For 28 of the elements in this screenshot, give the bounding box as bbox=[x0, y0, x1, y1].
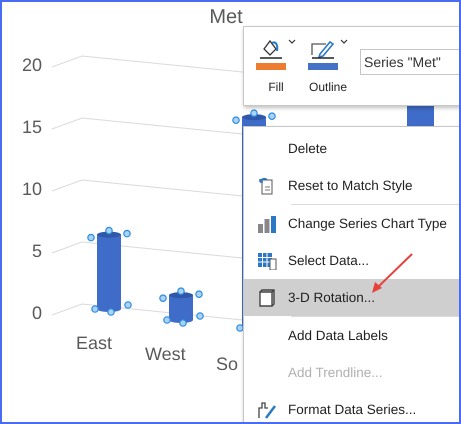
menu-item[interactable]: 3-D Rotation... bbox=[244, 279, 459, 316]
chart-title: Met bbox=[209, 6, 243, 28]
axis-label: 5 bbox=[32, 241, 42, 261]
format-brush-icon bbox=[257, 400, 277, 420]
menu-item[interactable]: Change Series Chart Type bbox=[244, 205, 459, 242]
axis-label: West bbox=[145, 344, 186, 364]
caret-icon bbox=[288, 39, 296, 45]
axis-label: 15 bbox=[22, 117, 42, 137]
menu-item[interactable]: Select Data... bbox=[244, 242, 459, 279]
menu-item[interactable]: Add Data Labels bbox=[244, 317, 459, 354]
menu-item[interactable]: Reset to Match Style bbox=[244, 167, 459, 204]
caret-icon bbox=[340, 39, 348, 45]
column-chart-icon bbox=[257, 214, 277, 232]
axis-label: 20 bbox=[22, 55, 42, 75]
annotation-arrow bbox=[372, 253, 413, 293]
chart-element-field[interactable]: Series "Met" bbox=[360, 49, 459, 75]
cube-icon bbox=[258, 288, 276, 306]
menu-item[interactable]: Format Data Series... bbox=[244, 391, 459, 422]
table-data-icon bbox=[257, 252, 277, 270]
cylinder-bar[interactable] bbox=[159, 287, 204, 327]
axis-label: So bbox=[216, 354, 238, 374]
outline-button[interactable]: Outline bbox=[308, 39, 348, 94]
axis-label: East bbox=[76, 333, 112, 353]
axis-label: 10 bbox=[22, 179, 42, 199]
cylinder-bar[interactable] bbox=[87, 226, 132, 316]
axis-label: 0 bbox=[32, 303, 42, 323]
fill-button[interactable]: Fill bbox=[256, 39, 296, 94]
menu-item[interactable]: Delete bbox=[244, 130, 459, 167]
